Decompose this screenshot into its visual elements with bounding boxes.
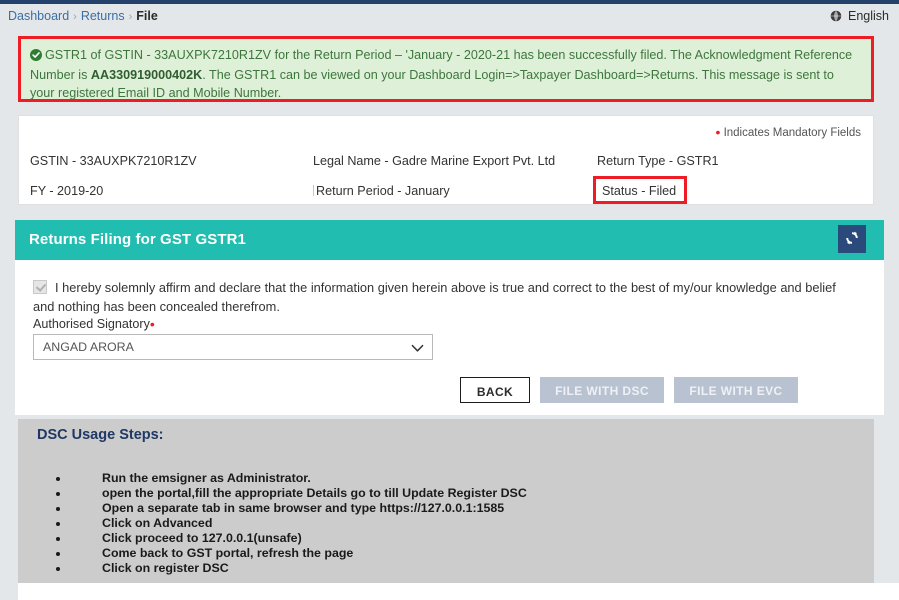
asterisk-icon: • xyxy=(149,316,155,332)
bullet-icon xyxy=(56,567,60,571)
list-item: Run the emsigner as Administrator. xyxy=(38,471,527,486)
dsc-step-text: Run the emsigner as Administrator. xyxy=(102,471,311,485)
mandatory-fields-label: Indicates Mandatory Fields xyxy=(723,127,861,139)
language-label: English xyxy=(848,9,889,23)
asterisk-icon: • xyxy=(715,124,721,140)
dsc-step-text: Open a separate tab in same browser and … xyxy=(102,501,505,515)
alert-arn-number: AA330919000402K xyxy=(90,68,203,82)
file-with-dsc-button[interactable]: FILE WITH DSC xyxy=(540,377,664,403)
refresh-button[interactable] xyxy=(838,225,866,253)
file-with-evc-button[interactable]: FILE WITH EVC xyxy=(674,377,798,403)
declaration-text: I hereby solemnly affirm and declare tha… xyxy=(33,280,836,314)
back-button[interactable]: BACK xyxy=(460,377,530,403)
mandatory-fields-note: • Indicates Mandatory Fields xyxy=(715,124,861,140)
info-row: FY - 2019-20 Return Period - January xyxy=(19,184,875,206)
return-period-label: Return Period - January xyxy=(316,184,450,198)
bullet-icon xyxy=(56,537,60,541)
success-alert: GSTR1 of GSTIN - 33AUXPK7210R1ZV for the… xyxy=(18,36,874,102)
declaration-row: I hereby solemnly affirm and declare tha… xyxy=(33,278,853,316)
breadcrumb-bar: Dashboard › Returns › File English xyxy=(0,4,899,30)
page-root: Dashboard › Returns › File English GSTR1 of … xyxy=(0,0,899,600)
breadcrumb-separator: › xyxy=(128,11,133,23)
status-badge: Status - Filed xyxy=(593,176,688,204)
declaration-checkbox[interactable] xyxy=(33,280,47,294)
bullet-icon xyxy=(56,552,60,556)
return-info-panel: • Indicates Mandatory Fields GSTIN - 33A… xyxy=(18,115,874,205)
status-label: Status - Filed xyxy=(602,184,677,198)
bullet-icon xyxy=(56,507,60,511)
panel-title: Returns Filing for GST GSTR1 xyxy=(29,231,246,248)
bullet-icon xyxy=(56,477,60,481)
breadcrumb-item-returns[interactable]: Returns xyxy=(81,9,125,23)
dsc-step-text: Click on Advanced xyxy=(102,516,213,530)
success-alert-text: GSTR1 of GSTIN - 33AUXPK7210R1ZV for the… xyxy=(21,39,871,109)
dsc-usage-panel: DSC Usage Steps: Run the emsigner as Adm… xyxy=(18,419,874,583)
refresh-icon xyxy=(845,231,859,248)
bullet-icon xyxy=(56,522,60,526)
dsc-usage-title: DSC Usage Steps: xyxy=(37,427,164,443)
list-item: Come back to GST portal, refresh the pag… xyxy=(38,546,527,561)
list-item: Click proceed to 127.0.0.1(unsafe) xyxy=(38,531,527,546)
authorised-signatory-label-text: Authorised Signatory xyxy=(33,317,150,331)
bullet-icon xyxy=(56,492,60,496)
panel-header: Returns Filing for GST GSTR1 xyxy=(15,220,884,260)
authorised-signatory-label: Authorised Signatory• xyxy=(33,316,155,332)
list-item: open the portal,fill the appropriate Det… xyxy=(38,486,527,501)
dsc-step-text: open the portal,fill the appropriate Det… xyxy=(102,486,527,500)
list-item: Click on register DSC xyxy=(38,561,527,576)
language-selector[interactable]: English xyxy=(830,9,889,25)
page-footer-space xyxy=(0,583,899,600)
breadcrumb-item-dashboard[interactable]: Dashboard xyxy=(8,9,69,23)
financial-year-value: FY - 2019-20 xyxy=(30,184,104,198)
left-gutter xyxy=(0,583,18,600)
list-item: Click on Advanced xyxy=(38,516,527,531)
globe-icon xyxy=(830,10,842,25)
check-circle-icon xyxy=(30,48,42,66)
return-type-value: Return Type - GSTR1 xyxy=(597,154,719,168)
breadcrumb-item-file: File xyxy=(136,9,158,23)
gstin-value: GSTIN - 33AUXPK7210R1ZV xyxy=(30,154,197,168)
dsc-step-text: Click on register DSC xyxy=(102,561,229,575)
breadcrumb-separator: › xyxy=(73,11,77,23)
list-item: Open a separate tab in same browser and … xyxy=(38,501,527,516)
legal-name-value: Legal Name - Gadre Marine Export Pvt. Lt… xyxy=(313,154,556,168)
divider-tick xyxy=(313,185,314,196)
return-period-value: Return Period - January xyxy=(313,184,450,198)
filing-form: I hereby solemnly affirm and declare tha… xyxy=(15,260,884,415)
dsc-steps-list: Run the emsigner as Administrator. open … xyxy=(38,471,527,576)
dsc-step-text: Click proceed to 127.0.0.1(unsafe) xyxy=(102,531,302,545)
breadcrumb: Dashboard › Returns › File xyxy=(8,9,158,23)
info-row: GSTIN - 33AUXPK7210R1ZV Legal Name - Gad… xyxy=(19,154,875,176)
dsc-step-text: Come back to GST portal, refresh the pag… xyxy=(102,546,354,560)
form-action-buttons: BACK FILE WITH DSC FILE WITH EVC xyxy=(460,377,798,403)
authorised-signatory-select[interactable]: ANGAD ARORA xyxy=(33,334,433,360)
